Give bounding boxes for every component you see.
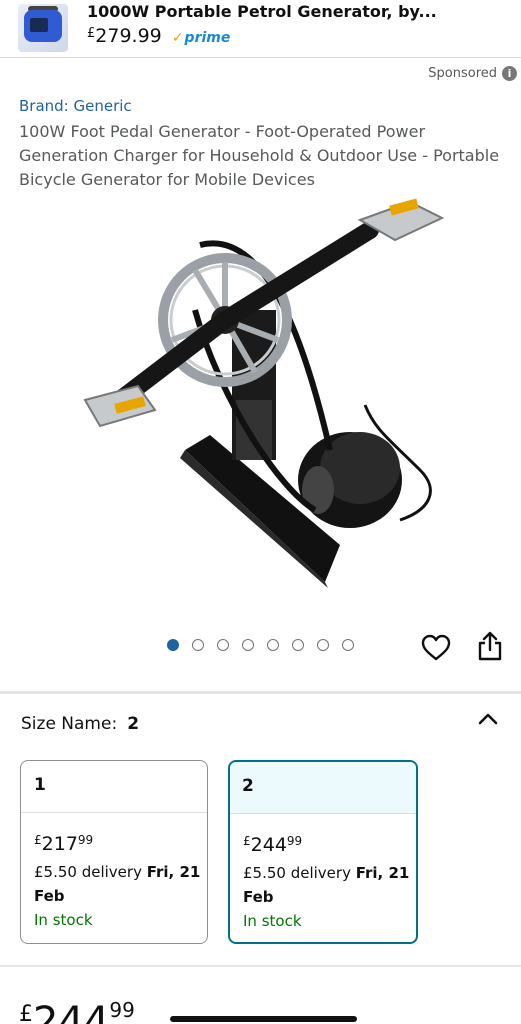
carousel-dot[interactable]	[242, 639, 254, 651]
section-divider	[0, 691, 521, 694]
stock-status: In stock	[34, 911, 93, 929]
main-price-fraction: 99	[109, 998, 135, 1022]
price-fraction: 99	[286, 834, 303, 848]
carousel-dot[interactable]	[317, 639, 329, 651]
size-label-text: Size Name:	[21, 714, 118, 734]
size-selector-label: Size Name: 2	[21, 714, 139, 734]
ad-price-value: 279.99	[95, 25, 162, 47]
ad-title[interactable]: 1000W Portable Petrol Generator, by...	[87, 2, 437, 21]
prime-badge: ✓prime	[172, 30, 231, 46]
size-option-price: £21799	[21, 813, 207, 854]
share-icon[interactable]	[476, 630, 504, 662]
size-option-name: 2	[230, 762, 416, 814]
crank-arm-right	[216, 221, 379, 329]
carousel-dot-active[interactable]	[167, 639, 179, 651]
main-price: £24499	[19, 990, 135, 1024]
delivery-info: £5.50 delivery Fri, 21 Feb	[21, 854, 207, 908]
heart-icon[interactable]	[421, 633, 451, 663]
price-whole: 217	[41, 833, 78, 855]
price-whole: 244	[250, 834, 287, 856]
price-currency: £	[34, 833, 42, 847]
carousel-dot[interactable]	[292, 639, 304, 651]
product-image[interactable]	[60, 190, 460, 595]
size-option-1[interactable]: 1 £21799 £5.50 delivery Fri, 21 Feb In s…	[20, 760, 208, 944]
chevron-up-icon[interactable]	[477, 710, 499, 726]
info-icon[interactable]: i	[502, 66, 517, 81]
carousel-dot[interactable]	[342, 639, 354, 651]
home-indicator[interactable]	[170, 1016, 357, 1022]
product-title: 100W Foot Pedal Generator - Foot-Operate…	[19, 122, 500, 189]
sponsored-ad-bar[interactable]: 1000W Portable Petrol Generator, by... £…	[0, 0, 521, 58]
stock-status: In stock	[243, 912, 302, 930]
section-divider	[0, 965, 521, 967]
size-selected-value: 2	[127, 714, 140, 734]
delivery-prefix: £5.50 delivery	[243, 864, 356, 882]
carousel-dot[interactable]	[267, 639, 279, 651]
price-currency: £	[243, 834, 251, 848]
generator-panel-shape	[30, 18, 48, 32]
brand-link[interactable]: Brand: Generic	[19, 97, 132, 115]
prime-check-icon: ✓	[171, 30, 184, 46]
ad-product-thumbnail[interactable]	[18, 4, 68, 52]
size-option-name: 1	[21, 761, 207, 813]
price-fraction: 99	[77, 833, 94, 847]
carousel-dot[interactable]	[192, 639, 204, 651]
carousel-dot[interactable]	[217, 639, 229, 651]
sponsored-label[interactable]: Sponsored i	[428, 66, 517, 81]
sponsored-text: Sponsored	[428, 66, 497, 81]
size-option-price: £24499	[230, 814, 416, 855]
size-option-2[interactable]: 2 £24499 £5.50 delivery Fri, 21 Feb In s…	[228, 760, 418, 944]
main-price-whole: 244	[33, 999, 110, 1024]
ad-price: £279.99 ✓prime	[87, 25, 230, 47]
image-carousel-dots[interactable]	[167, 639, 354, 651]
prime-label: prime	[184, 30, 231, 46]
main-price-currency: £	[19, 1002, 33, 1024]
delivery-info: £5.50 delivery Fri, 21 Feb	[230, 855, 416, 909]
delivery-prefix: £5.50 delivery	[34, 863, 147, 881]
